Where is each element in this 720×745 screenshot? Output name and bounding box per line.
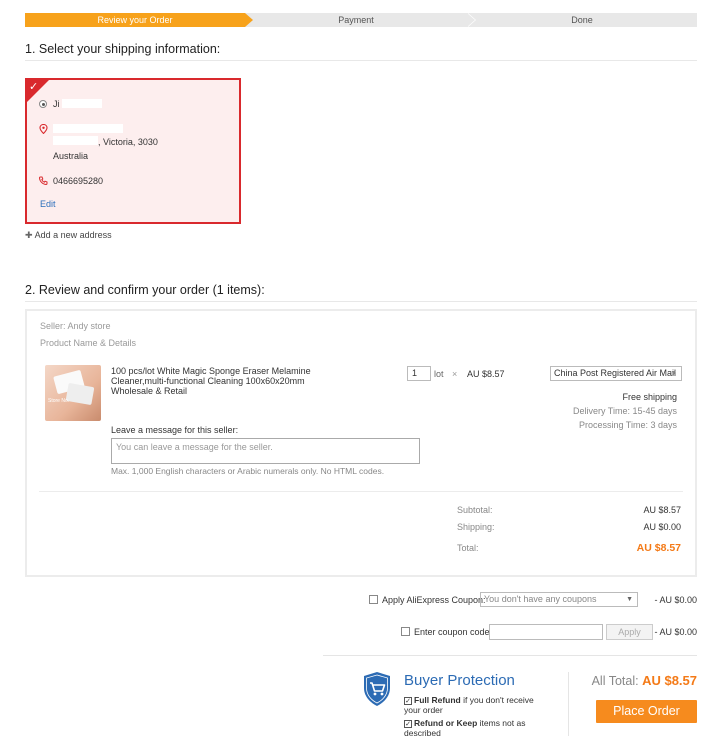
coupon-code-label: Enter coupon code: (414, 627, 493, 637)
divider (323, 655, 697, 656)
step-review-order: Review your Order (25, 13, 253, 27)
checkout-progress: Review your Order Payment Done (25, 13, 697, 27)
recipient-name: Ji (53, 99, 60, 109)
product-image[interactable]: Store No. (45, 365, 101, 421)
coupon-code-checkbox[interactable] (401, 627, 410, 636)
subtotal-label: Subtotal: (457, 505, 493, 515)
address-card[interactable]: ✓ Ji , Victoria, 3030 Australia 04666952… (25, 78, 241, 224)
total-label: Total: (457, 543, 479, 553)
phone-icon (38, 176, 53, 187)
times-sign: × (452, 369, 458, 379)
chevron-down-icon: ▼ (670, 370, 677, 377)
plus-icon: ✚ (25, 230, 33, 240)
all-total: All Total: AU $8.57 (592, 673, 697, 688)
seller-message-input[interactable]: You can leave a message for the seller. (111, 438, 420, 464)
message-placeholder: You can leave a message for the seller. (116, 442, 273, 452)
quantity-input[interactable]: 1 (407, 366, 431, 381)
coupon-code-input[interactable] (489, 624, 603, 640)
redacted-text (53, 136, 98, 145)
address-phone: 0466695280 (53, 176, 104, 186)
chevron-down-icon: ▼ (626, 596, 633, 603)
coupon-code-row: Enter coupon code: (401, 627, 492, 637)
address-phone-row: 0466695280 (38, 176, 104, 187)
divider (25, 301, 697, 302)
all-total-label: All Total: (591, 674, 639, 688)
aliexpress-coupon-discount: - AU $0.00 (654, 595, 697, 605)
message-hint: Max. 1,000 English characters or Arabic … (111, 466, 385, 476)
subtotal-value: AU $8.57 (643, 505, 681, 515)
redacted-text (61, 99, 102, 108)
step-payment: Payment (245, 13, 476, 27)
product-header: Product Name & Details (40, 338, 137, 348)
free-shipping: Free shipping (622, 392, 677, 402)
aliexpress-coupon-row: Apply AliExpress Coupon: (369, 595, 486, 605)
section-review-title: 2. Review and confirm your order (1 item… (25, 283, 265, 297)
location-pin-icon (39, 123, 53, 136)
unit-price: AU $8.57 (467, 369, 505, 379)
aliexpress-coupon-select[interactable]: You don't have any coupons ▼ (480, 592, 638, 607)
full-refund-item: ✓ Full Refund if you don't receive your o… (404, 695, 544, 715)
product-title[interactable]: 100 pcs/lot White Magic Sponge Eraser Me… (111, 366, 321, 396)
checkmark-icon: ✓ (404, 697, 412, 705)
place-order-button[interactable]: Place Order (596, 700, 697, 723)
address-location-row: , Victoria, 3030 Australia (39, 123, 158, 161)
shield-cart-icon (364, 672, 390, 706)
refund-keep-bold: Refund or Keep (414, 718, 478, 728)
shipping-value: AU $0.00 (643, 522, 681, 532)
edit-address-link[interactable]: Edit (40, 199, 56, 209)
shipping-method-value: China Post Registered Air Mail (554, 368, 677, 378)
add-address-link[interactable]: ✚ Add a new address (25, 230, 112, 241)
address-name-row: Ji (39, 99, 102, 109)
shipping-label: Shipping: (457, 522, 495, 532)
divider (568, 672, 569, 736)
address-country: Australia (53, 151, 89, 161)
shipping-method-select[interactable]: China Post Registered Air Mail ▼ (550, 366, 682, 381)
checkmark-icon: ✓ (404, 720, 412, 728)
aliexpress-coupon-value: You don't have any coupons (484, 594, 597, 604)
add-address-label: Add a new address (34, 230, 112, 240)
message-label: Leave a message for this seller: (111, 425, 239, 435)
refund-keep-item: ✓ Refund or Keep items not as described (404, 718, 544, 738)
aliexpress-coupon-checkbox[interactable] (369, 595, 378, 604)
order-box: Seller: Andy store Product Name & Detail… (25, 309, 697, 577)
apply-coupon-button[interactable]: Apply (606, 624, 653, 640)
redacted-text (53, 124, 123, 133)
section-shipping-title: 1. Select your shipping information: (25, 42, 221, 56)
aliexpress-coupon-label: Apply AliExpress Coupon: (382, 595, 486, 605)
all-total-value: AU $8.57 (642, 673, 697, 688)
full-refund-bold: Full Refund (414, 695, 461, 705)
divider (25, 60, 697, 61)
processing-time: Processing Time: 3 days (578, 420, 677, 430)
address-street: , Victoria, 3030 (98, 137, 158, 147)
coupon-code-discount: - AU $0.00 (654, 627, 697, 637)
delivery-time: Delivery Time: 15-45 days (572, 406, 677, 416)
check-icon: ✓ (29, 81, 39, 93)
divider (39, 491, 683, 492)
quantity-unit: lot (434, 369, 444, 379)
step-done: Done (467, 13, 697, 27)
radio-selected-icon[interactable] (39, 100, 47, 108)
buyer-protection-title: Buyer Protection (404, 672, 515, 689)
total-value: AU $8.57 (636, 542, 681, 554)
seller-name: Seller: Andy store (40, 321, 111, 331)
